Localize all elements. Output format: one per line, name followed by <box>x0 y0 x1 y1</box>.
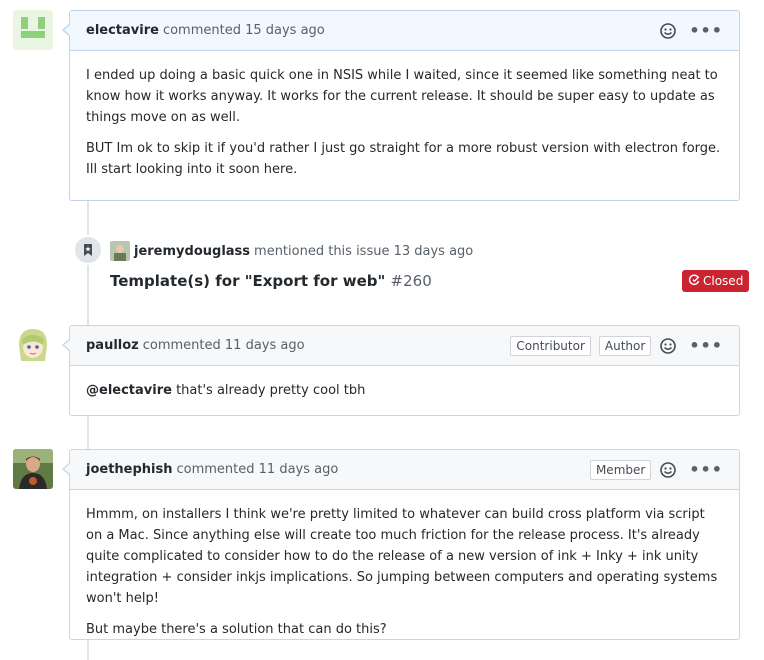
comment-timestamp[interactable]: commented 11 days ago <box>143 338 305 353</box>
comment-paragraph: BUT Im ok to skip it if you'd rather I j… <box>86 141 721 177</box>
member-label: Member <box>589 459 652 480</box>
comment-joethephish: joethephish commented 11 days ago Member… <box>62 449 740 640</box>
contributor-label: Contributor <box>510 335 591 356</box>
comment-body: Hmmm, on installers I think we're pretty… <box>70 490 739 654</box>
status-badge: Closed <box>682 270 750 292</box>
event-issue-link[interactable]: Template(s) for "Export for web" #260 <box>110 272 432 290</box>
comment-author[interactable]: joethephish <box>86 462 173 477</box>
event-issue-number[interactable]: #260 <box>391 272 432 290</box>
avatar-paulloz[interactable] <box>13 325 53 365</box>
status-label: Closed <box>703 274 744 288</box>
comment-paragraph: @electavire that's already pretty cool t… <box>86 380 723 401</box>
user-mention[interactable]: @electavire <box>86 383 172 398</box>
avatar-jeremydouglass[interactable] <box>110 241 130 261</box>
kebab-horizontal-icon[interactable]: ••• <box>689 461 723 478</box>
kebab-horizontal-icon[interactable]: ••• <box>689 337 723 354</box>
comment-text: that's already pretty cool tbh <box>171 383 366 398</box>
author-label: Author <box>598 335 652 356</box>
comment-paragraph: Hmmm, on installers I think we're pretty… <box>86 507 718 606</box>
comment-header: electavire commented 15 days ago ••• <box>70 11 739 51</box>
comment-timestamp[interactable]: commented 11 days ago <box>177 462 339 477</box>
smiley-icon[interactable] <box>659 337 677 355</box>
avatar-joethephish[interactable] <box>13 449 53 489</box>
comment-paulloz: paulloz commented 11 days ago Contributo… <box>62 325 740 416</box>
bookmark-icon <box>73 235 103 265</box>
comment-author[interactable]: electavire <box>86 23 159 38</box>
event-line: jeremydouglass mentioned this issue 13 d… <box>110 241 473 261</box>
event-meta: mentioned this issue 13 days ago <box>254 243 474 259</box>
comment-header: joethephish commented 11 days ago Member… <box>70 450 739 490</box>
smiley-icon[interactable] <box>659 461 677 479</box>
comment-paragraph: I ended up doing a basic quick one in NS… <box>86 68 718 125</box>
avatar-electavire[interactable] <box>13 10 53 50</box>
comment-author[interactable]: paulloz <box>86 338 139 353</box>
comment-electavire: electavire commented 15 days ago ••• I e… <box>62 10 740 201</box>
comment-header: paulloz commented 11 days ago Contributo… <box>70 326 739 366</box>
comment-paragraph: But maybe there's a solution that can do… <box>86 622 387 637</box>
kebab-horizontal-icon[interactable]: ••• <box>689 22 723 39</box>
comment-body: @electavire that's already pretty cool t… <box>70 366 739 415</box>
comment-timestamp[interactable]: commented 15 days ago <box>163 23 325 38</box>
event-author[interactable]: jeremydouglass <box>134 244 250 259</box>
smiley-icon[interactable] <box>659 22 677 40</box>
comment-body: I ended up doing a basic quick one in NS… <box>70 51 739 194</box>
issue-closed-icon <box>688 274 700 289</box>
event-issue-title[interactable]: Template(s) for "Export for web" <box>110 272 385 290</box>
